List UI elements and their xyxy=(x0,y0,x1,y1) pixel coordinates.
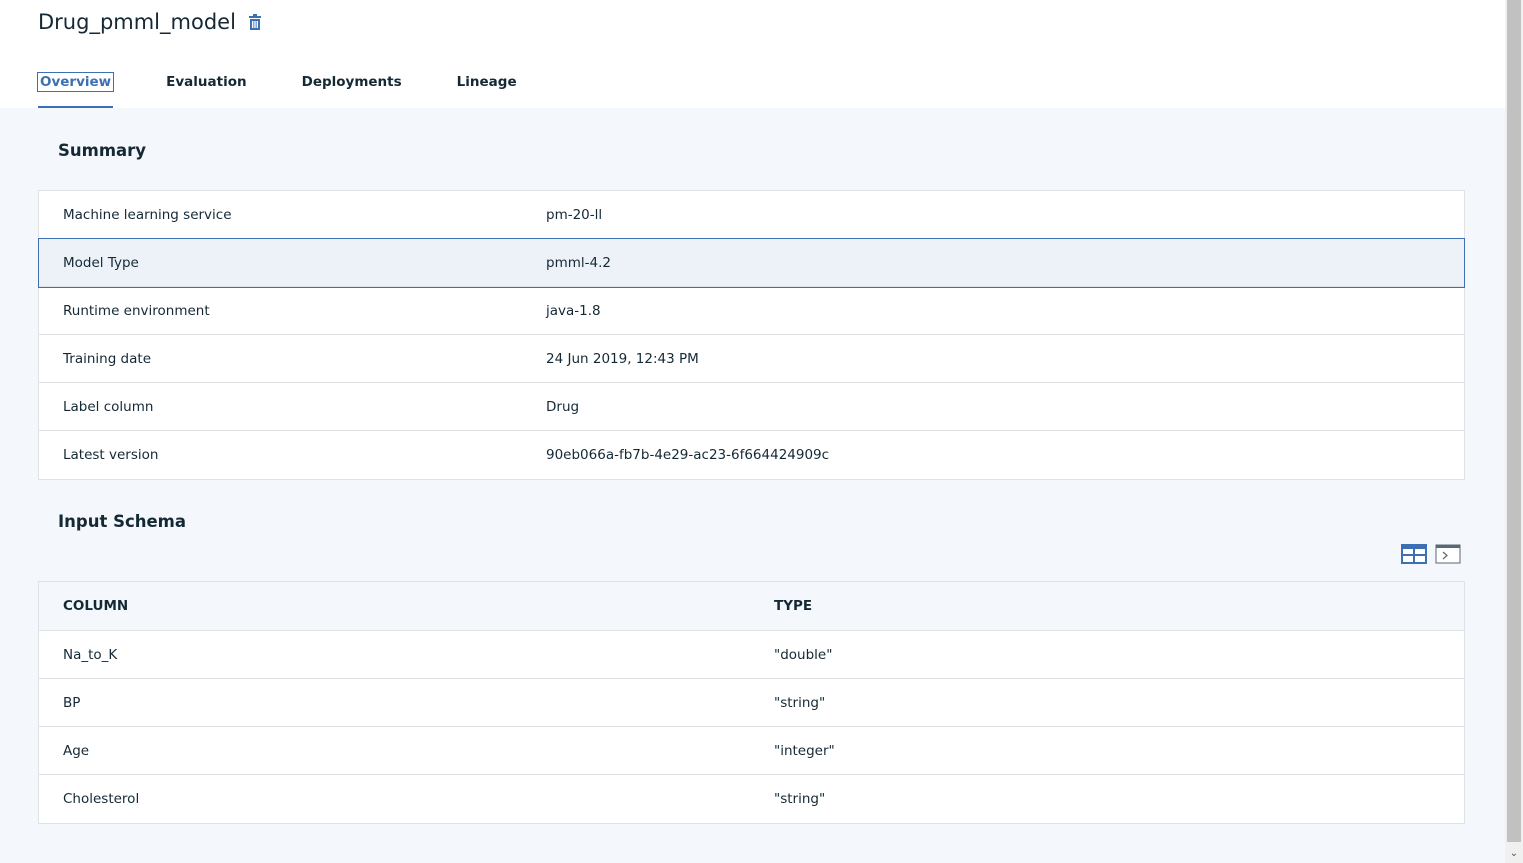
summary-row-model-type[interactable]: Model Type pmml-4.2 xyxy=(38,238,1465,288)
vertical-scrollbar[interactable]: ⌄ xyxy=(1505,0,1523,863)
schema-column-name: BP xyxy=(63,694,81,711)
tab-overview[interactable]: Overview xyxy=(36,70,115,108)
tab-label: Overview xyxy=(36,72,115,92)
trash-icon[interactable] xyxy=(248,14,262,30)
input-schema-title: Input Schema xyxy=(58,512,187,531)
input-schema-table: COLUMN TYPE Na_to_K "double" BP "string"… xyxy=(38,581,1465,824)
code-view-icon[interactable] xyxy=(1435,544,1461,564)
summary-row-ml-service[interactable]: Machine learning service pm-20-ll xyxy=(39,191,1464,239)
summary-value: 90eb066a-fb7b-4e29-ac23-6f664424909c xyxy=(546,447,830,463)
schema-column-name: Na_to_K xyxy=(63,646,118,663)
schema-column-type: "string" xyxy=(774,694,826,711)
summary-value: pm-20-ll xyxy=(546,206,603,223)
table-row: Na_to_K "double" xyxy=(39,631,1464,679)
summary-table: Machine learning service pm-20-ll Model … xyxy=(38,190,1465,480)
page-title: Drug_pmml_model xyxy=(38,10,236,34)
summary-key: Machine learning service xyxy=(63,206,232,223)
schema-column-name: Age xyxy=(63,742,90,759)
view-toggle xyxy=(1401,544,1469,564)
schema-column-type: "integer" xyxy=(774,742,835,759)
table-header: COLUMN TYPE xyxy=(39,582,1464,631)
page: Drug_pmml_model Overview Evaluation Depl… xyxy=(0,0,1505,863)
tab-evaluation[interactable]: Evaluation xyxy=(164,70,248,108)
summary-key: Label column xyxy=(63,398,154,415)
table-row: Cholesterol "string" xyxy=(39,775,1464,823)
summary-row-latest-version[interactable]: Latest version 90eb066a-fb7b-4e29-ac23-6… xyxy=(39,431,1464,479)
type-header: TYPE xyxy=(774,598,813,614)
tab-bar: Overview Evaluation Deployments Lineage xyxy=(36,70,570,108)
chevron-down-icon[interactable]: ⌄ xyxy=(1505,845,1523,863)
page-header: Drug_pmml_model Overview Evaluation Depl… xyxy=(0,0,1505,108)
summary-key: Model Type xyxy=(63,254,139,271)
tab-label: Evaluation xyxy=(166,74,247,90)
tab-label: Deployments xyxy=(301,74,402,90)
title-row: Drug_pmml_model xyxy=(38,10,262,34)
summary-row-runtime[interactable]: Runtime environment java-1.8 xyxy=(39,287,1464,335)
summary-value: Drug xyxy=(546,398,580,415)
tab-deployments[interactable]: Deployments xyxy=(300,70,404,108)
table-row: BP "string" xyxy=(39,679,1464,727)
scrollbar-thumb[interactable] xyxy=(1507,0,1521,842)
column-header: COLUMN xyxy=(63,598,129,614)
schema-column-name: Cholesterol xyxy=(63,791,140,807)
table-row: Age "integer" xyxy=(39,727,1464,775)
summary-key: Training date xyxy=(63,350,152,367)
tab-lineage[interactable]: Lineage xyxy=(455,70,519,108)
summary-key: Runtime environment xyxy=(63,302,210,319)
summary-row-training-date[interactable]: Training date 24 Jun 2019, 12:43 PM xyxy=(39,335,1464,383)
schema-column-type: "string" xyxy=(774,791,826,807)
schema-column-type: "double" xyxy=(774,646,833,663)
summary-key: Latest version xyxy=(63,447,159,463)
summary-value: 24 Jun 2019, 12:43 PM xyxy=(546,350,699,367)
summary-title: Summary xyxy=(58,141,147,160)
tab-label: Lineage xyxy=(456,74,517,90)
table-view-icon[interactable] xyxy=(1401,544,1427,564)
summary-value: java-1.8 xyxy=(546,302,601,319)
summary-value: pmml-4.2 xyxy=(546,254,611,271)
summary-row-label-column[interactable]: Label column Drug xyxy=(39,383,1464,431)
